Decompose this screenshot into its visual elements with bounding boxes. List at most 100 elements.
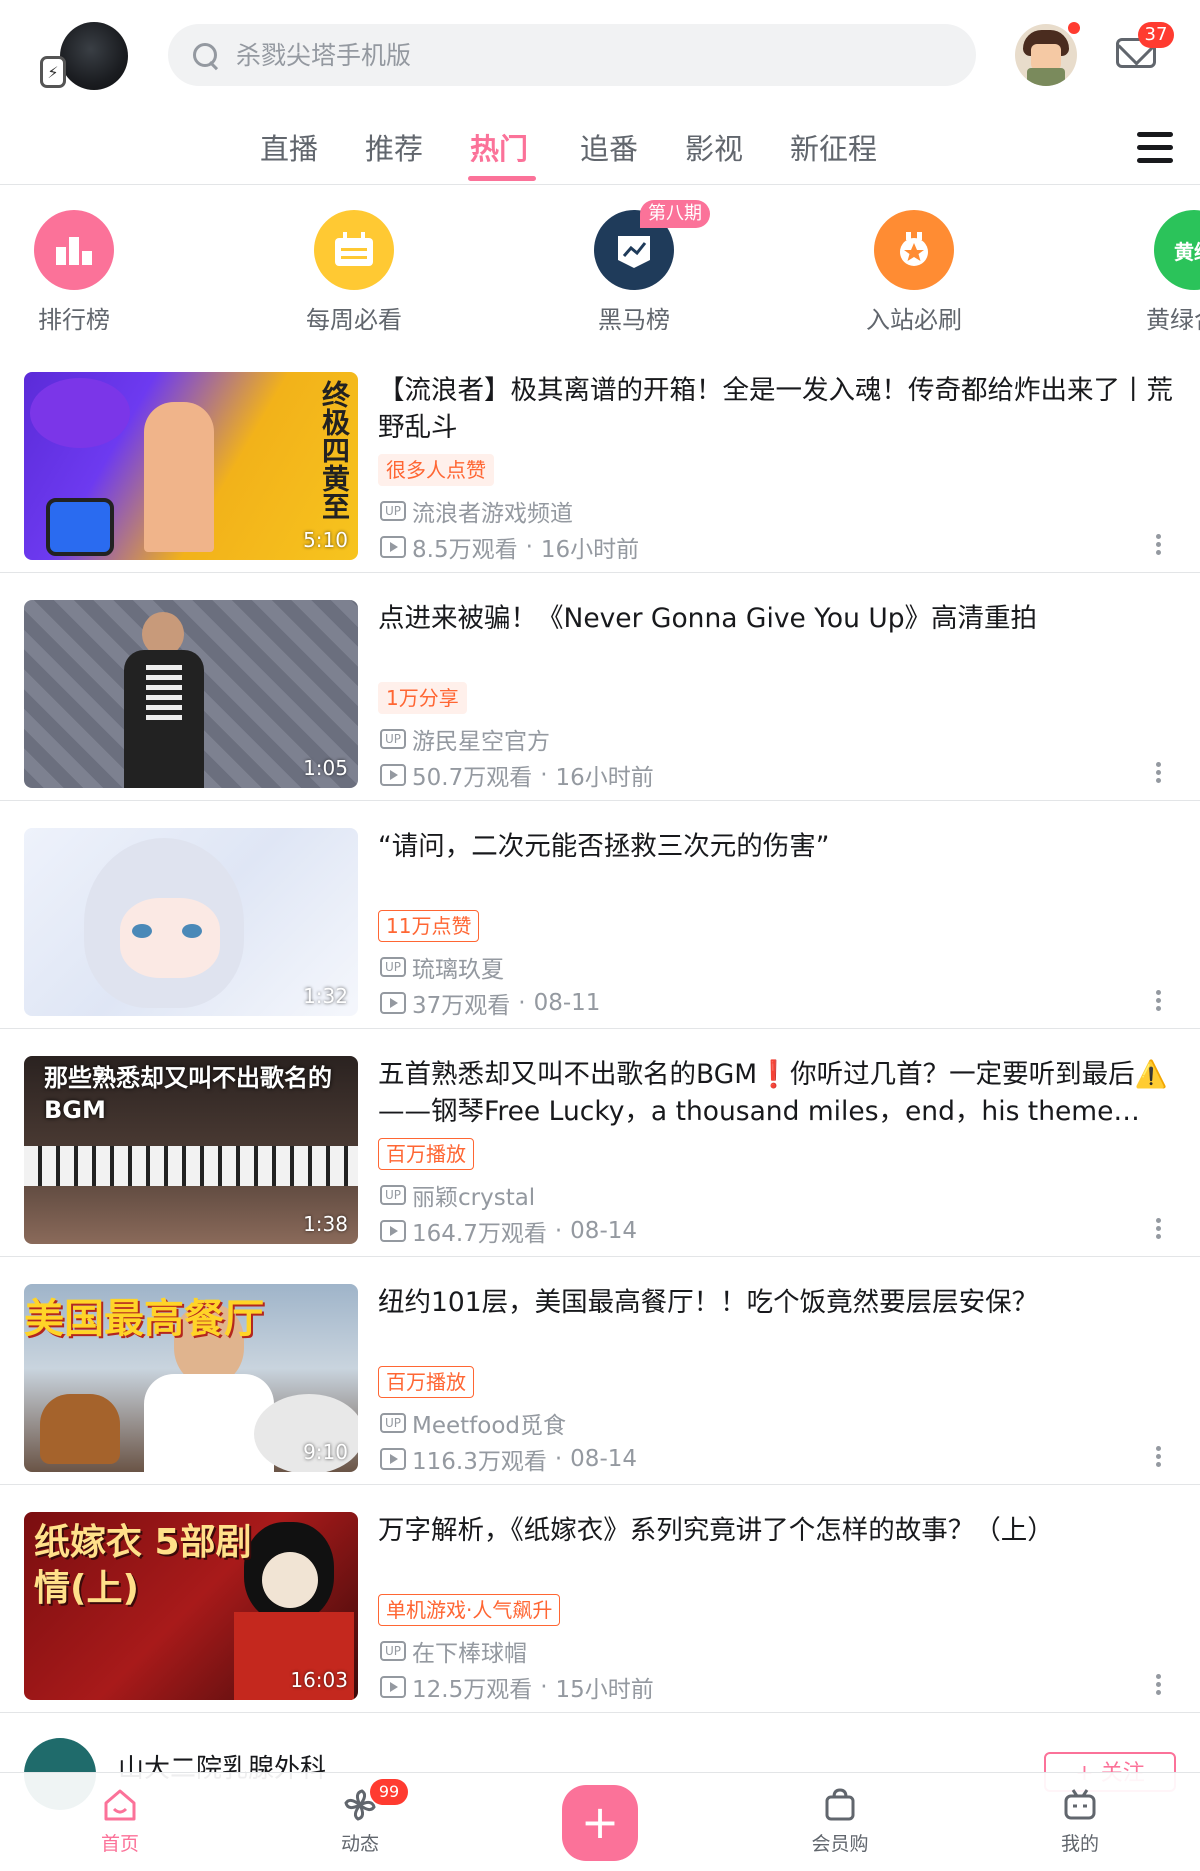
play-count-icon bbox=[380, 1676, 406, 1698]
uploader-row[interactable]: UP Meetfood觅食 bbox=[380, 1406, 566, 1440]
quick-entry-label: 入站必刷 bbox=[866, 306, 962, 334]
view-count: 12.5万观看 bbox=[412, 1677, 533, 1703]
publish-time: 16小时前 bbox=[555, 765, 654, 791]
video-card[interactable]: 1:05 点进来被骗！《Never Gonna Give You Up》高清重拍… bbox=[0, 572, 1200, 801]
play-count-icon bbox=[380, 536, 406, 558]
view-count: 164.7万观看 bbox=[412, 1221, 547, 1247]
video-card[interactable]: 那些熟悉却又叫不出歌名的BGM 1:38 五首熟悉却又叫不出歌名的BGM❗你听过… bbox=[0, 1028, 1200, 1257]
video-duration: 9:10 bbox=[303, 1440, 348, 1464]
uploader-name: 琉璃玖夏 bbox=[412, 957, 504, 983]
publish-plus-button[interactable]: + bbox=[562, 1785, 638, 1861]
video-duration: 16:03 bbox=[290, 1668, 348, 1692]
video-thumbnail[interactable]: 1:32 bbox=[24, 828, 358, 1016]
quick-entry-label: 每周必看 bbox=[306, 306, 402, 334]
publish-time: 16小时前 bbox=[540, 537, 640, 563]
video-duration: 1:32 bbox=[303, 984, 348, 1008]
uploader-row[interactable]: UP 丽颖crystal bbox=[380, 1178, 535, 1212]
quick-entry-label: 排行榜 bbox=[38, 306, 110, 334]
stats-row: 37万观看 · 08-11 bbox=[380, 986, 600, 1020]
text-icon: 黄绿 bbox=[1154, 210, 1200, 290]
up-icon: UP bbox=[380, 1185, 406, 1205]
publish-time: 08-14 bbox=[570, 1218, 638, 1244]
uploader-row[interactable]: UP 游民星空官方 bbox=[380, 722, 550, 756]
uploader-name: 游民星空官方 bbox=[412, 729, 550, 755]
quick-entry-row: 排行榜 每周必看 黑马榜 入站必刷 黄绿 黄绿合战 第八期 bbox=[0, 184, 1200, 344]
video-card[interactable]: 美国最高餐厅 9:10 纽约101层，美国最高餐厅！！吃个饭竟然要层层安保？ 百… bbox=[0, 1256, 1200, 1485]
thumbnail-caption: 纸嫁衣 5部剧情(上) bbox=[34, 1522, 252, 1609]
video-thumbnail[interactable]: 美国最高餐厅 9:10 bbox=[24, 1284, 358, 1472]
search-input[interactable] bbox=[234, 39, 878, 71]
video-tag: 百万播放 bbox=[378, 1138, 474, 1170]
view-count: 50.7万观看 bbox=[412, 765, 533, 791]
quick-entry-label: 黑马榜 bbox=[598, 306, 670, 334]
tab-new-journey[interactable]: 新征程 bbox=[790, 126, 877, 168]
more-options-icon[interactable] bbox=[1156, 762, 1162, 786]
video-thumbnail[interactable]: 1:05 bbox=[24, 600, 358, 788]
more-options-icon[interactable] bbox=[1156, 990, 1162, 1014]
top-header: ⚡ 37 bbox=[0, 0, 1200, 110]
stats-row: 8.5万观看 · 16小时前 bbox=[380, 530, 639, 564]
more-options-icon[interactable] bbox=[1156, 534, 1162, 558]
video-title[interactable]: “请问，二次元能否拯救三次元的伤害” bbox=[378, 828, 1178, 865]
hamburger-menu-icon[interactable] bbox=[1137, 130, 1173, 166]
issue-badge: 第八期 bbox=[640, 200, 710, 228]
uploader-name: Meetfood觅食 bbox=[412, 1413, 567, 1439]
nav-label: 会员购 bbox=[811, 1833, 869, 1855]
video-tag: 单机游戏·人气飙升 bbox=[378, 1594, 561, 1626]
video-card[interactable]: 纸嫁衣 5部剧情(上) 16:03 万字解析，《纸嫁衣》系列究竟讲了个怎样的故事… bbox=[0, 1484, 1200, 1713]
video-title[interactable]: 万字解析，《纸嫁衣》系列究竟讲了个怎样的故事？（上） bbox=[378, 1512, 1178, 1549]
nav-shop[interactable]: 会员购 bbox=[780, 1787, 900, 1856]
video-duration: 1:05 bbox=[303, 756, 348, 780]
dynamic-count-badge: 99 bbox=[370, 1779, 408, 1805]
video-title[interactable]: 纽约101层，美国最高餐厅！！吃个饭竟然要层层安保？ bbox=[378, 1284, 1178, 1321]
search-icon bbox=[190, 40, 220, 71]
play-count-icon bbox=[380, 764, 406, 786]
nav-label: 首页 bbox=[100, 1833, 139, 1855]
user-avatar[interactable] bbox=[60, 22, 128, 90]
tab-recommend[interactable]: 推荐 bbox=[365, 126, 423, 168]
active-tab-indicator bbox=[468, 176, 536, 181]
quick-entry-yellow-green[interactable]: 黄绿 黄绿合战 bbox=[1114, 210, 1200, 335]
video-title[interactable]: 点进来被骗！《Never Gonna Give You Up》高清重拍 bbox=[378, 600, 1178, 637]
quick-entry-dark-horse[interactable]: 黑马榜 bbox=[554, 210, 714, 335]
up-icon: UP bbox=[380, 1413, 406, 1433]
quick-entry-label: 黄绿合战 bbox=[1146, 306, 1200, 334]
nav-profile[interactable]: 我的 bbox=[1020, 1787, 1140, 1856]
tab-live[interactable]: 直播 bbox=[260, 126, 318, 168]
video-card[interactable]: 1:32 “请问，二次元能否拯救三次元的伤害” 11万点赞 UP 琉璃玖夏 37万… bbox=[0, 800, 1200, 1029]
video-thumbnail[interactable]: 那些熟悉却又叫不出歌名的BGM 1:38 bbox=[24, 1056, 358, 1244]
video-duration: 1:38 bbox=[303, 1212, 348, 1236]
video-thumbnail[interactable]: 终极四黄至 5:10 bbox=[24, 372, 358, 560]
video-tag: 百万播放 bbox=[378, 1366, 474, 1398]
more-options-icon[interactable] bbox=[1156, 1218, 1162, 1242]
uploader-row[interactable]: UP 在下棒球帽 bbox=[380, 1634, 527, 1668]
nav-label: 动态 bbox=[340, 1833, 379, 1855]
home-icon bbox=[102, 1787, 138, 1823]
calendar-icon bbox=[314, 210, 394, 290]
more-options-icon[interactable] bbox=[1156, 1674, 1162, 1698]
game-center-icon[interactable] bbox=[1015, 24, 1077, 86]
tab-film[interactable]: 影视 bbox=[685, 126, 743, 168]
video-card[interactable]: 终极四黄至 5:10 【流浪者】极其离谱的开箱！全是一发入魂！传奇都给炸出来了丨… bbox=[0, 344, 1200, 573]
quick-entry-must-watch[interactable]: 入站必刷 bbox=[834, 210, 994, 335]
more-options-icon[interactable] bbox=[1156, 1446, 1162, 1470]
channel-tabs: 直播 推荐 热门 追番 影视 新征程 bbox=[0, 110, 1200, 185]
nav-label: 我的 bbox=[1060, 1833, 1099, 1855]
uploader-row[interactable]: UP 流浪者游戏频道 bbox=[380, 494, 573, 528]
video-title[interactable]: 【流浪者】极其离谱的开箱！全是一发入魂！传奇都给炸出来了丨荒野乱斗 bbox=[378, 372, 1178, 446]
quick-entry-weekly[interactable]: 每周必看 bbox=[274, 210, 434, 335]
search-bar[interactable] bbox=[168, 24, 976, 86]
video-title[interactable]: 五首熟悉却又叫不出歌名的BGM❗你听过几首？一定要听到最后⚠️——钢琴Free … bbox=[378, 1056, 1178, 1130]
video-tag: 很多人点赞 bbox=[378, 454, 494, 486]
video-thumbnail[interactable]: 纸嫁衣 5部剧情(上) 16:03 bbox=[24, 1512, 358, 1700]
uploader-row[interactable]: UP 琉璃玖夏 bbox=[380, 950, 504, 984]
video-tag: 1万分享 bbox=[378, 682, 467, 714]
nav-home[interactable]: 首页 bbox=[60, 1787, 180, 1856]
publish-time: 15小时前 bbox=[555, 1677, 654, 1703]
publish-time: 08-14 bbox=[570, 1446, 638, 1472]
tab-hot[interactable]: 热门 bbox=[470, 126, 528, 168]
notification-dot bbox=[1068, 22, 1080, 34]
bottom-navigation: 首页 动态 99 + 会员购 我的 bbox=[0, 1772, 1200, 1871]
tab-anime[interactable]: 追番 bbox=[580, 126, 638, 168]
quick-entry-ranking[interactable]: 排行榜 bbox=[0, 210, 154, 335]
